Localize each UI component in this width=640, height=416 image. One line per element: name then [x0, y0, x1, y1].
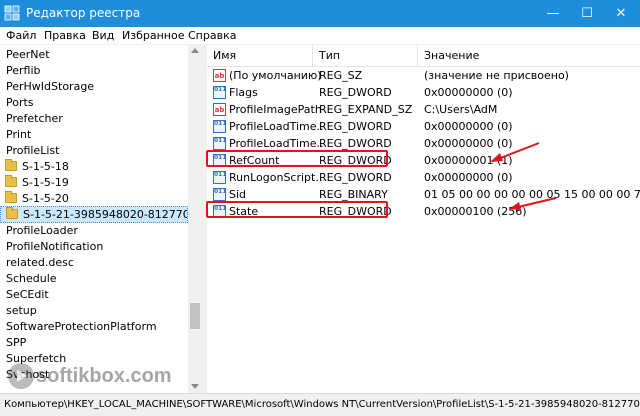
tree-item[interactable]: S-1-5-18: [0, 159, 188, 174]
value-row-profileloadtime-1[interactable]: 011 ProfileLoadTime... REG_DWORD 0x00000…: [207, 118, 640, 135]
menu-file[interactable]: Файл: [6, 29, 36, 42]
watermark-logo: softikbox.com: [6, 359, 172, 395]
scroll-up-icon[interactable]: [191, 48, 199, 53]
title-bar: Редактор реестра — ☐ ✕: [0, 0, 640, 27]
menu-bar: Файл Правка Вид Избранное Справка: [0, 27, 640, 45]
value-row-default[interactable]: ab (По умолчанию) REG_SZ (значение не пр…: [207, 67, 640, 84]
value-row-profileimagepath[interactable]: ab ProfileImagePath REG_EXPAND_SZ C:\Use…: [207, 101, 640, 118]
tree-item[interactable]: S-1-5-19: [0, 175, 188, 190]
play-icon: [8, 363, 34, 389]
binary-value-icon: 011: [213, 137, 227, 150]
tree-item[interactable]: Print: [0, 127, 188, 142]
menu-help[interactable]: Справка: [188, 29, 236, 42]
close-button[interactable]: ✕: [604, 0, 638, 27]
regedit-icon: [4, 5, 20, 21]
tree-item-profilelist[interactable]: ProfileList: [0, 143, 188, 158]
refcount-highlight-box: [206, 150, 388, 167]
scroll-thumb[interactable]: [190, 303, 200, 329]
column-header-type[interactable]: Тип: [313, 45, 418, 67]
value-list[interactable]: Имя Тип Значение ab (По умолчанию) REG_S…: [207, 45, 640, 393]
state-highlight-box: [206, 201, 388, 218]
menu-edit[interactable]: Правка: [44, 29, 86, 42]
tree-item[interactable]: ProfileNotification: [0, 239, 188, 254]
tree-item[interactable]: SeCEdit: [0, 287, 188, 302]
refcount-arrow-icon: [490, 142, 540, 162]
status-bar: Компьютер\HKEY_LOCAL_MACHINE\SOFTWARE\Mi…: [0, 393, 640, 416]
tree-item-selected-sid[interactable]: S-1-5-21-3985948020-812770813-585: [0, 206, 188, 223]
tree-item[interactable]: PeerNet: [0, 47, 188, 62]
maximize-button[interactable]: ☐: [570, 0, 604, 27]
column-header-name[interactable]: Имя: [207, 45, 313, 67]
tree-item[interactable]: related.desc: [0, 255, 188, 270]
string-value-icon: ab: [213, 69, 226, 82]
scroll-down-icon[interactable]: [191, 384, 199, 389]
tree-item[interactable]: PerHwIdStorage: [0, 79, 188, 94]
value-row-runlogonscript[interactable]: 011 RunLogonScript... REG_DWORD 0x000000…: [207, 169, 640, 186]
binary-value-icon: 011: [213, 120, 227, 133]
tree-scrollbar[interactable]: [188, 45, 202, 393]
tree-item[interactable]: Schedule: [0, 271, 188, 286]
window-title: Редактор реестра: [26, 6, 141, 20]
tree-item[interactable]: setup: [0, 303, 188, 318]
folder-icon: [5, 175, 17, 187]
tree-item[interactable]: Perflib: [0, 63, 188, 78]
folder-icon: [5, 159, 17, 171]
string-value-icon: ab: [213, 103, 226, 116]
tree-item[interactable]: Ports: [0, 95, 188, 110]
tree-item[interactable]: SPP: [0, 335, 188, 350]
binary-value-icon: 011: [213, 171, 227, 184]
binary-value-icon: 011: [213, 86, 227, 99]
tree-item[interactable]: SoftwareProtectionPlatform: [0, 319, 188, 334]
key-tree[interactable]: PeerNet Perflib PerHwIdStorage Ports Pre…: [0, 45, 202, 393]
minimize-button[interactable]: —: [536, 0, 570, 27]
value-row-flags[interactable]: 011 Flags REG_DWORD 0x00000000 (0): [207, 84, 640, 101]
folder-icon: [5, 191, 17, 203]
menu-view[interactable]: Вид: [92, 29, 114, 42]
tree-item[interactable]: Prefetcher: [0, 111, 188, 126]
menu-favorites[interactable]: Избранное: [122, 29, 184, 42]
tree-item[interactable]: S-1-5-20: [0, 191, 188, 206]
column-header-data[interactable]: Значение: [418, 45, 640, 67]
state-arrow-icon: [509, 197, 557, 210]
status-path: Компьютер\HKEY_LOCAL_MACHINE\SOFTWARE\Mi…: [4, 399, 640, 410]
tree-item[interactable]: ProfileLoader: [0, 223, 188, 238]
list-header: Имя Тип Значение: [207, 45, 640, 67]
binary-value-icon: 011: [213, 188, 227, 201]
watermark-text: softikbox.com: [36, 365, 172, 387]
folder-icon: [6, 207, 18, 219]
